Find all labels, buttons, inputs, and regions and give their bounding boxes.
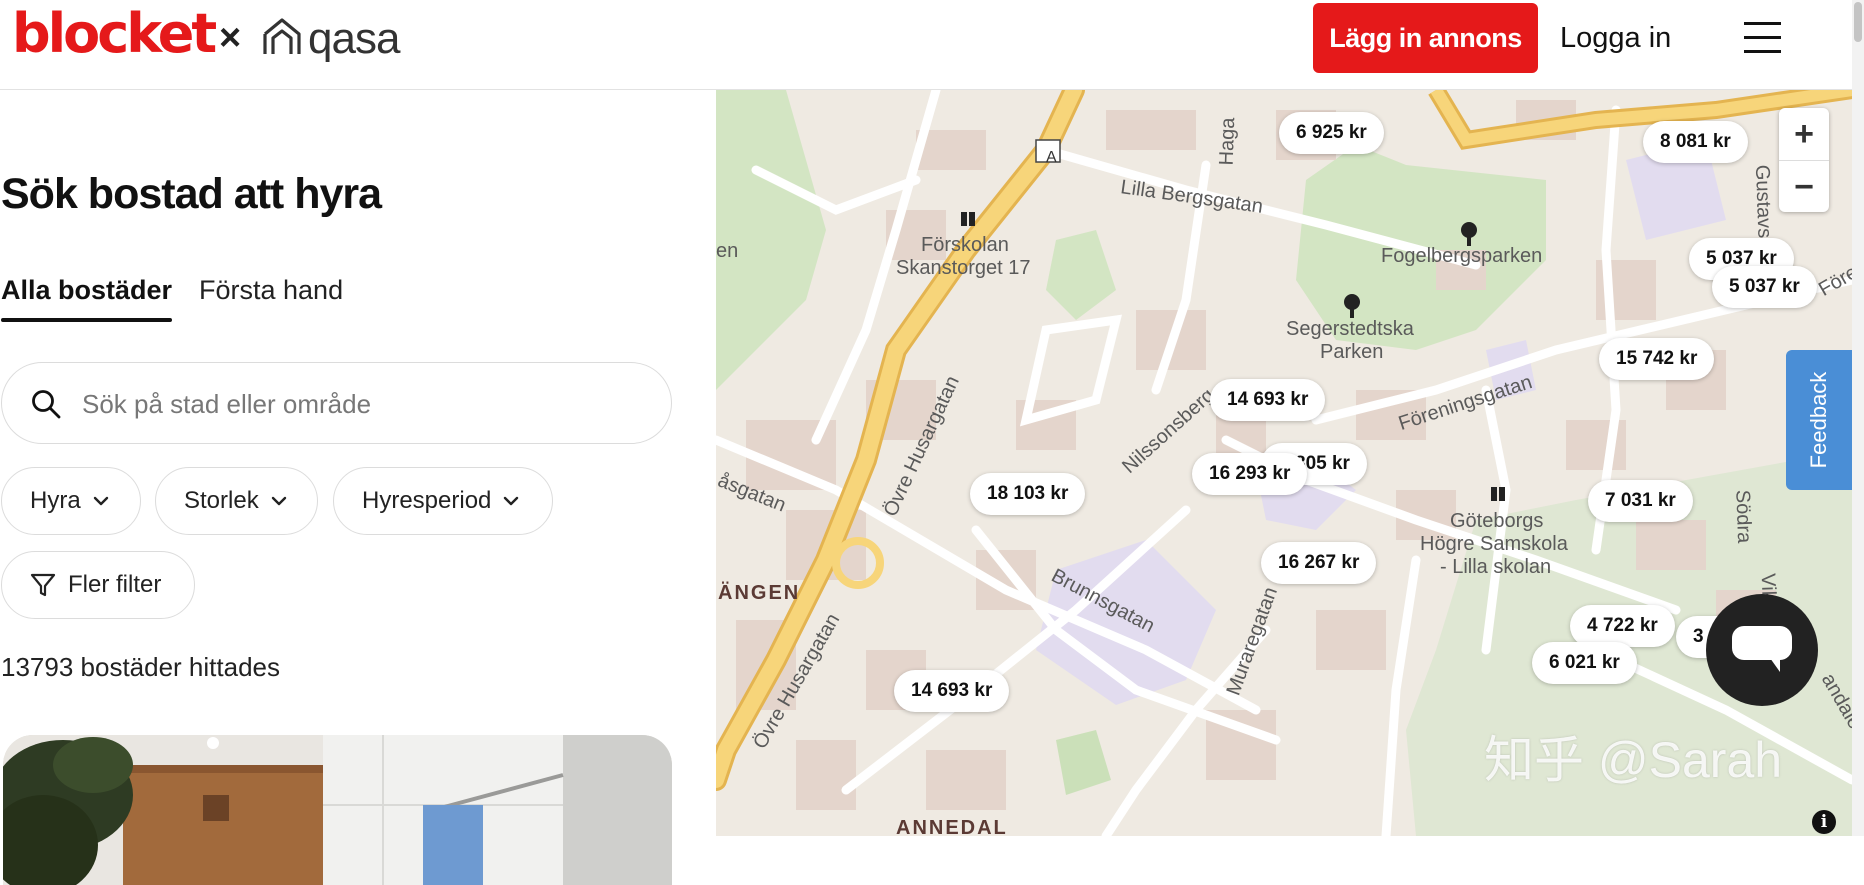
listing-card-image[interactable] — [3, 735, 672, 885]
price-marker[interactable]: 14 693 kr — [894, 670, 1010, 712]
poi-label: - Lilla skolan — [1440, 556, 1552, 578]
search-box[interactable] — [1, 362, 672, 444]
chevron-down-icon — [93, 496, 108, 506]
park-label: Parken — [1320, 341, 1384, 363]
listing-photo — [3, 735, 672, 885]
price-marker[interactable]: 18 103 kr — [970, 473, 1086, 515]
tab-first-hand[interactable]: Första hand — [199, 272, 343, 308]
results-count: 13793 bostäder hittades — [1, 652, 280, 682]
filter-rental-period-label: Hyresperiod — [362, 487, 492, 514]
logo-separator: × — [219, 17, 242, 59]
blocket-logo[interactable]: blocket — [12, 2, 217, 66]
top-header: blocket × qasa Lägg in annons Logga in — [0, 0, 1852, 90]
chevron-down-icon — [271, 496, 286, 506]
map-info-icon[interactable]: i — [1812, 810, 1836, 834]
street-label: Haga — [1215, 117, 1240, 166]
scrollbar-thumb[interactable] — [1854, 2, 1862, 42]
qasa-house-icon — [263, 18, 301, 54]
qasa-logo[interactable]: qasa — [262, 14, 422, 64]
filter-rent[interactable]: Hyra — [1, 467, 141, 535]
filter-funnel-icon — [30, 573, 56, 597]
price-marker[interactable]: 16 293 kr — [1192, 453, 1308, 495]
feedback-tab[interactable]: Feedback — [1786, 350, 1852, 490]
poi-label: Förskolan — [921, 234, 1009, 256]
tab-all-homes[interactable]: Alla bostäder — [1, 272, 173, 322]
price-marker[interactable]: 5 037 kr — [1712, 266, 1817, 308]
poi-label: Högre Samskola — [1420, 533, 1568, 555]
search-panel: Sök bostad att hyra Alla bostäder Första… — [0, 90, 716, 885]
qasa-wordmark: qasa — [308, 14, 400, 63]
route-a-label: A — [1046, 149, 1057, 166]
district-label: ANNEDAL — [896, 817, 1008, 836]
street-label: Gustavs — [1750, 164, 1776, 239]
feedback-label: Feedback — [1806, 371, 1831, 469]
page-scrollbar[interactable] — [1852, 0, 1864, 836]
chevron-down-icon — [504, 496, 519, 506]
price-marker[interactable]: 6 925 kr — [1279, 112, 1384, 154]
poi-label: Göteborgs — [1450, 510, 1544, 532]
price-marker[interactable]: 8 081 kr — [1643, 121, 1748, 163]
zoom-controls: + − — [1779, 108, 1829, 212]
price-marker[interactable]: 4 722 kr — [1570, 605, 1675, 647]
zoom-out-button[interactable]: − — [1779, 161, 1829, 213]
filter-rent-label: Hyra — [30, 487, 81, 514]
hamburger-menu-icon[interactable] — [1744, 22, 1781, 54]
poi-label: Skanstorget 17 — [896, 257, 1031, 279]
login-button[interactable]: Logga in — [1560, 18, 1671, 58]
search-icon — [32, 390, 61, 419]
watermark: 知乎 @Sarah — [1484, 732, 1783, 788]
filter-rental-period[interactable]: Hyresperiod — [333, 467, 553, 535]
filter-size[interactable]: Storlek — [155, 467, 318, 535]
page-title: Sök bostad att hyra — [1, 170, 382, 218]
park-label: Fogelbergsparken — [1381, 245, 1543, 267]
more-filters-label: Fler filter — [68, 571, 162, 598]
map-view[interactable]: A Lilla Bergsgatan Förskolan Skanstorget… — [716, 90, 1852, 836]
chat-button[interactable] — [1706, 594, 1818, 706]
district-label: ÄNGEN — [718, 582, 801, 604]
price-marker[interactable]: 6 021 kr — [1532, 642, 1637, 684]
price-marker[interactable]: 14 693 kr — [1210, 379, 1326, 421]
price-marker[interactable]: 7 031 kr — [1588, 480, 1693, 522]
street-label: Södra — [1731, 489, 1756, 544]
filter-size-label: Storlek — [184, 487, 259, 514]
street-label: en — [716, 240, 739, 262]
more-filters-button[interactable]: Fler filter — [1, 551, 195, 619]
chat-bubble-icon — [1732, 626, 1792, 672]
search-input[interactable] — [80, 381, 644, 427]
price-marker[interactable]: 16 267 kr — [1261, 542, 1377, 584]
post-ad-button[interactable]: Lägg in annons — [1313, 3, 1538, 73]
zoom-in-button[interactable]: + — [1779, 108, 1829, 161]
price-marker[interactable]: 15 742 kr — [1599, 338, 1715, 380]
park-label: Segerstedtska — [1286, 318, 1414, 340]
